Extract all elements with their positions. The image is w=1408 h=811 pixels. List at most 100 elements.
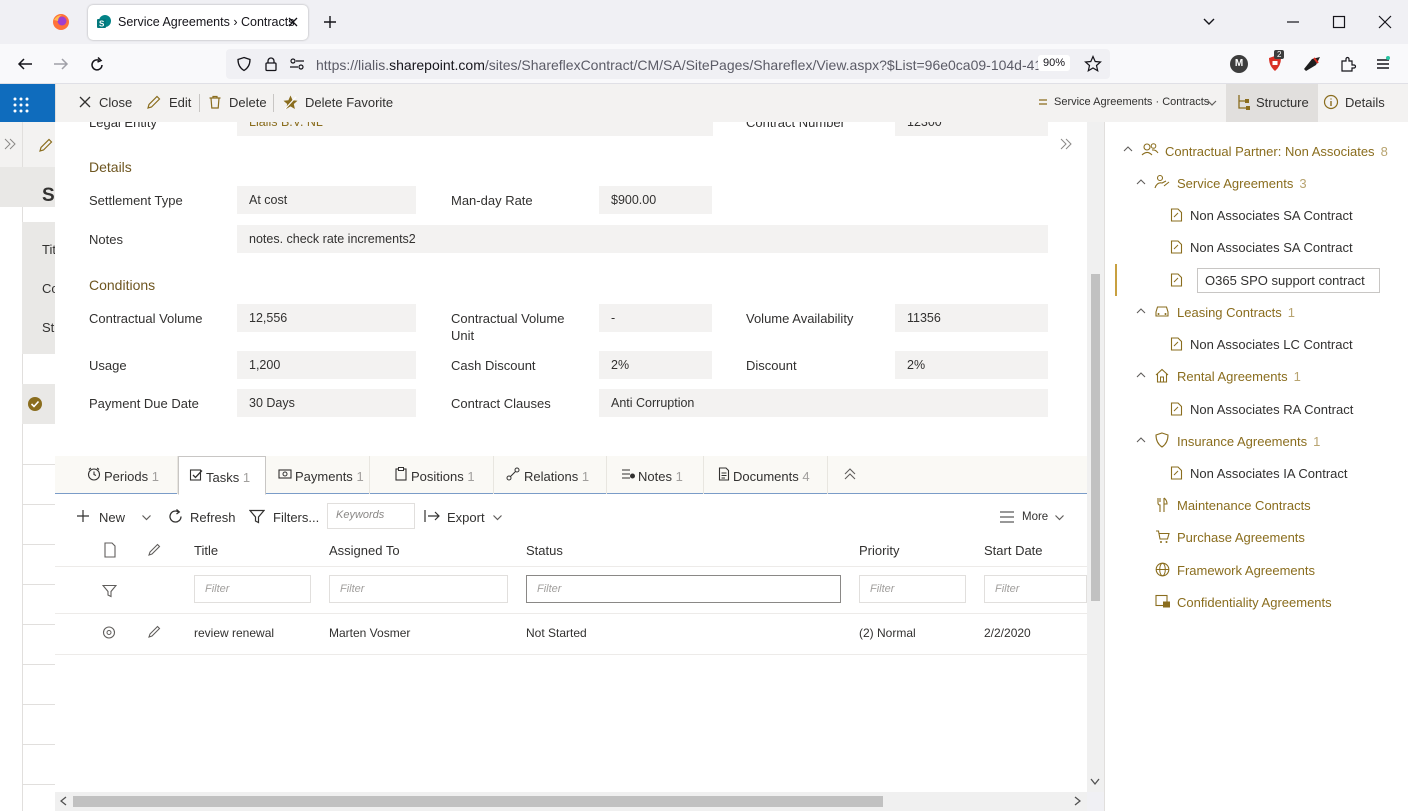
tree-item-leasing-contracts[interactable]: Leasing Contracts 1 xyxy=(1177,305,1295,320)
tab-relations[interactable]: Relations 1 xyxy=(494,456,607,494)
bookmark-star-icon[interactable] xyxy=(1084,55,1102,73)
edit-row-icon[interactable] xyxy=(147,624,162,639)
tab-notes[interactable]: Notes 1 xyxy=(607,456,704,494)
status-filter-input[interactable]: Filter xyxy=(526,575,841,603)
more-button[interactable]: More xyxy=(1022,511,1048,523)
structure-button[interactable]: Structure xyxy=(1256,95,1309,110)
new-tab-icon[interactable] xyxy=(322,14,338,30)
url-bar[interactable]: https://lialis.sharepoint.com/sites/Shar… xyxy=(226,49,1110,79)
scroll-left-icon[interactable] xyxy=(60,796,68,806)
filter-icon[interactable] xyxy=(249,509,265,524)
scrollbar-thumb[interactable] xyxy=(73,796,883,807)
selected-contract-label[interactable]: O365 SPO support contract xyxy=(1197,268,1380,293)
window-close-icon[interactable] xyxy=(1377,14,1393,30)
extensions-puzzle-icon[interactable] xyxy=(1339,55,1357,73)
tree-item-framework-agreements[interactable]: Framework Agreements xyxy=(1177,563,1315,578)
tree-item-selected[interactable]: O365 SPO support contract xyxy=(1115,264,1408,296)
forward-icon[interactable] xyxy=(52,56,70,72)
more-chevron-down-icon[interactable] xyxy=(1054,512,1065,523)
tree-item-sa-contract[interactable]: Non Associates SA Contract xyxy=(1190,240,1353,255)
refresh-button[interactable]: Refresh xyxy=(190,510,236,525)
chevron-up-icon[interactable] xyxy=(1123,145,1133,153)
breadcrumb[interactable]: Service Agreements · Contracts xyxy=(1054,96,1209,108)
tab-payments[interactable]: Payments 1 xyxy=(266,456,370,494)
column-header-title[interactable]: Title xyxy=(194,543,218,558)
start-date-filter-input[interactable]: Filter xyxy=(984,575,1087,603)
favorite-star-icon[interactable] xyxy=(282,94,299,111)
lock-icon[interactable] xyxy=(263,56,279,72)
maximize-icon[interactable] xyxy=(1331,14,1347,30)
edit-pencil-icon[interactable] xyxy=(146,94,162,110)
edit-button[interactable]: Edit xyxy=(169,95,191,110)
tree-item-ia-contract[interactable]: Non Associates IA Contract xyxy=(1190,466,1348,481)
legal-entity-value[interactable]: Lialis B.V. NL xyxy=(237,122,713,136)
edit-pencil-icon[interactable] xyxy=(38,137,54,153)
refresh-icon[interactable] xyxy=(167,508,184,525)
plus-icon[interactable] xyxy=(76,509,90,523)
chevron-down-icon[interactable] xyxy=(1206,97,1218,109)
assigned-to-filter-input[interactable]: Filter xyxy=(329,575,508,603)
tree-item-sa-contract[interactable]: Non Associates SA Contract xyxy=(1190,208,1353,223)
app-launcher[interactable] xyxy=(0,84,55,126)
tree-item-insurance-agreements[interactable]: Insurance Agreements 1 xyxy=(1177,434,1320,449)
tree-item-ra-contract[interactable]: Non Associates RA Contract xyxy=(1190,402,1353,417)
firefox-view-icon[interactable] xyxy=(52,13,70,31)
minimize-icon[interactable] xyxy=(1285,14,1301,30)
expand-nav-icon[interactable] xyxy=(4,137,16,151)
close-icon[interactable] xyxy=(77,94,93,110)
info-icon[interactable] xyxy=(1323,94,1339,110)
shield-icon[interactable] xyxy=(236,56,252,72)
new-button[interactable]: New xyxy=(99,510,125,525)
chevron-up-icon[interactable] xyxy=(1136,307,1146,315)
profile-avatar[interactable]: M xyxy=(1230,55,1248,73)
tree-item-service-agreements[interactable]: Service Agreements 3 xyxy=(1177,176,1307,191)
tree-item-lc-contract[interactable]: Non Associates LC Contract xyxy=(1190,337,1353,352)
browser-tab-active[interactable]: S Service Agreements › Contracts xyxy=(88,5,308,40)
scrollbar-thumb[interactable] xyxy=(1091,274,1100,601)
back-icon[interactable] xyxy=(16,56,34,72)
structure-tree-icon[interactable] xyxy=(1236,94,1250,110)
tree-item-rental-agreements[interactable]: Rental Agreements 1 xyxy=(1177,369,1301,384)
close-button[interactable]: Close xyxy=(99,95,132,110)
vertical-scrollbar[interactable] xyxy=(1087,122,1104,792)
list-all-tabs-icon[interactable] xyxy=(1201,14,1217,30)
tree-item-contractual-partner[interactable]: Contractual Partner: Non Associates 8 xyxy=(1165,144,1388,159)
details-button[interactable]: Details xyxy=(1345,95,1385,110)
cell-title[interactable]: review renewal xyxy=(194,626,274,640)
collapse-tabs-icon[interactable] xyxy=(843,467,857,481)
column-header-assigned-to[interactable]: Assigned To xyxy=(329,543,400,558)
horizontal-scrollbar[interactable] xyxy=(55,792,1087,811)
permissions-icon[interactable] xyxy=(289,57,305,71)
export-icon[interactable] xyxy=(424,509,441,523)
extension-bird-icon[interactable] xyxy=(1302,55,1322,73)
chevron-up-icon[interactable] xyxy=(1136,371,1146,379)
tree-item-maintenance-contracts[interactable]: Maintenance Contracts xyxy=(1177,498,1311,513)
keywords-search-input[interactable]: Keywords xyxy=(327,503,415,529)
chevron-up-icon[interactable] xyxy=(1136,436,1146,444)
export-button[interactable]: Export xyxy=(447,510,485,525)
waffle-icon[interactable] xyxy=(13,97,29,113)
tab-tasks[interactable]: Tasks 1 xyxy=(178,456,266,495)
priority-filter-input[interactable]: Filter xyxy=(859,575,966,603)
collapse-panel-icon[interactable] xyxy=(1059,137,1073,151)
new-dropdown-chevron-icon[interactable] xyxy=(141,512,152,523)
tab-documents[interactable]: Documents 4 xyxy=(704,456,828,494)
filters-button[interactable]: Filters... xyxy=(273,510,319,525)
column-header-status[interactable]: Status xyxy=(526,543,563,558)
delete-trash-icon[interactable] xyxy=(207,94,223,110)
scroll-right-icon[interactable] xyxy=(1073,796,1081,806)
app-menu-icon[interactable] xyxy=(1375,56,1391,72)
delete-favorite-button[interactable]: Delete Favorite xyxy=(305,95,393,110)
scroll-down-icon[interactable] xyxy=(1090,778,1100,786)
title-filter-input[interactable]: Filter xyxy=(194,575,311,603)
export-chevron-down-icon[interactable] xyxy=(492,512,503,523)
column-header-start-date[interactable]: Start Date xyxy=(984,543,1043,558)
tree-item-confidentiality-agreements[interactable]: Confidentiality Agreements xyxy=(1177,595,1332,610)
tab-periods[interactable]: Periods 1 xyxy=(77,456,178,494)
tab-positions[interactable]: Positions 1 xyxy=(370,456,494,494)
close-tab-icon[interactable] xyxy=(286,15,300,29)
reload-icon[interactable] xyxy=(88,56,106,74)
zoom-level[interactable]: 90% xyxy=(1038,55,1071,71)
chevron-up-icon[interactable] xyxy=(1136,178,1146,186)
column-header-priority[interactable]: Priority xyxy=(859,543,899,558)
